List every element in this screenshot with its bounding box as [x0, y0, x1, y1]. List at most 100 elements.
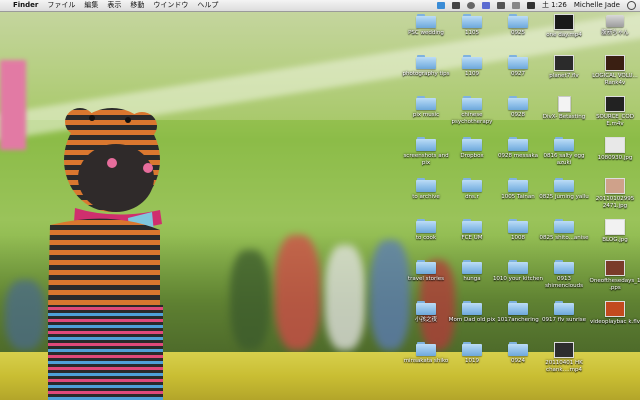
desktop-icon-label: 0928 messaka	[497, 153, 539, 159]
menu-user[interactable]: Michelle Jade	[574, 0, 620, 11]
menu-bar: Finder ファイル 編集 表示 移動 ウインドウ ヘルプ 土 1:26 Mi…	[0, 0, 640, 12]
menu-clock[interactable]: 土 1:26	[542, 0, 567, 11]
desktop-icon[interactable]: 1019	[446, 342, 498, 365]
menu-file[interactable]: ファイル	[47, 0, 75, 11]
image-file-icon	[605, 219, 625, 235]
desktop-icon[interactable]: 0928 messaka	[492, 137, 544, 160]
desktop-icon[interactable]: Mom Dad old pix	[446, 301, 498, 324]
desktop-icon-label: 0913 shimenclouds	[545, 276, 583, 289]
desktop-icon-label: 0825 juming yallu	[539, 194, 589, 200]
desktop-icon-label: Oneofthesedays_1.pps	[589, 278, 640, 291]
desktop-icon[interactable]: hunga	[446, 260, 498, 283]
menu-view[interactable]: 表示	[107, 0, 121, 11]
folder-icon	[416, 178, 436, 192]
desktop-icon-label: SOURCE_COD E.m4v	[596, 114, 634, 127]
desktop-icon[interactable]: BLOG.jpg	[589, 219, 640, 244]
menu-finder[interactable]: Finder	[13, 0, 38, 11]
image-file-icon	[605, 137, 625, 153]
desktop-icon-label: 0925	[511, 30, 525, 36]
video-file-icon	[605, 96, 625, 112]
desktop-icon[interactable]: one day.mp4	[538, 14, 590, 39]
timemachine-tray-icon[interactable]	[466, 2, 475, 9]
desktop-icon-label: 1008	[511, 235, 525, 241]
folder-icon	[462, 219, 482, 233]
desktop-icon-label: to cook	[415, 235, 437, 241]
desktop-icon[interactable]: 1109	[446, 55, 498, 78]
desktop-icon-label: DivX- Betasting	[542, 114, 586, 120]
desktop-icon[interactable]: 1008	[492, 219, 544, 242]
folder-icon	[554, 178, 574, 192]
desktop-icon[interactable]: 1017anchering	[492, 301, 544, 324]
folder-icon	[416, 260, 436, 274]
menu-window[interactable]: ウインドウ	[153, 0, 188, 11]
desktop-icon-label: PSC wedding	[408, 30, 444, 36]
folder-icon	[462, 342, 482, 356]
desktop-icon[interactable]: PSC wedding	[400, 14, 452, 37]
desktop-icon-label: 0927	[511, 71, 525, 77]
desktop-icon[interactable]: FCE UM	[446, 219, 498, 242]
desktop-icon[interactable]: 0816 salty egg azuki	[538, 137, 590, 166]
desktop-icon[interactable]: 0925	[492, 14, 544, 37]
desktop-icon[interactable]: pix music	[400, 96, 452, 119]
battery-tray-icon[interactable]	[526, 2, 535, 9]
menu-edit[interactable]: 編集	[84, 0, 98, 11]
desktop-icon[interactable]: 0917 flv sunrise	[538, 301, 590, 324]
desktop-icon[interactable]: DivX- Betasting	[538, 96, 590, 121]
desktop-icon[interactable]: 0825 shito...anise	[538, 219, 590, 242]
folder-icon	[508, 55, 528, 69]
dropbox-tray-icon[interactable]	[436, 2, 445, 9]
desktop-icon[interactable]: 1105	[446, 14, 498, 37]
desktop-icon[interactable]: Dropbox	[446, 137, 498, 160]
desktop-icon[interactable]: 0928	[492, 96, 544, 119]
menu-go[interactable]: 移動	[130, 0, 144, 11]
desktop-icon[interactable]: LOGICAL VOLU... Rank4v	[589, 55, 640, 86]
wifi-tray-icon[interactable]	[496, 2, 505, 9]
desktop-icon[interactable]: 20110102995 2471.jpg	[589, 178, 640, 209]
desktop-icon[interactable]: chinese psychotherapy	[446, 96, 498, 125]
desktop-icon[interactable]: travel stories	[400, 260, 452, 283]
desktop-icon-label: 0917 flv sunrise	[541, 317, 587, 323]
desktop-icon[interactable]: to archive	[400, 178, 452, 201]
desktop-icon[interactable]: 1005 Tainan	[492, 178, 544, 201]
desktop-icon[interactable]: planet7.flv	[538, 55, 590, 80]
desktop-icon-label: 小孩之夜	[414, 317, 437, 323]
folder-icon	[462, 14, 482, 28]
image-file-icon	[605, 301, 625, 317]
desktop-icon[interactable]: 小孩之夜	[400, 301, 452, 324]
desktop-icon[interactable]: 20110401 HK chank....mp4	[538, 342, 590, 373]
desktop-icon[interactable]: 0913 shimenclouds	[538, 260, 590, 289]
desktop-icon-label: 20110401 HK chank....mp4	[545, 360, 583, 373]
desktop-icon[interactable]: 1010 your kitchen	[492, 260, 544, 283]
desktop-icon[interactable]: 1080930.jpg	[589, 137, 640, 162]
folder-icon	[554, 219, 574, 233]
desktop-icon-label: hunga	[463, 276, 481, 282]
folder-icon	[508, 178, 528, 192]
desktop-icon[interactable]: videoplaybac k.flv	[589, 301, 640, 326]
desktop-icon[interactable]: 0924	[492, 342, 544, 365]
desktop-icon[interactable]: Oneofthesedays_1.pps	[589, 260, 640, 291]
desktop-icon-label: videoplaybac k.flv	[590, 319, 640, 325]
desktop-icon[interactable]: minsakata shiko	[400, 342, 452, 365]
desktop-icon[interactable]: to cook	[400, 219, 452, 242]
desktop-icon[interactable]: screenshots and pix	[400, 137, 452, 166]
volume-tray-icon[interactable]	[511, 2, 520, 9]
desktop-icon-label: 20110102995 2471.jpg	[595, 196, 635, 209]
desktop-icon[interactable]: 腹筋ちゃん	[589, 14, 640, 37]
desktop-icon[interactable]: 0825 juming yallu	[538, 178, 590, 201]
menu-help[interactable]: ヘルプ	[197, 0, 218, 11]
desktop-icon-label: dns.r	[465, 194, 479, 200]
desktop-icon[interactable]: SOURCE_COD E.m4v	[589, 96, 640, 127]
desktop-icon-label: 0816 salty egg azuki	[543, 153, 585, 166]
app-tray-icon[interactable]	[451, 2, 460, 9]
bluetooth-tray-icon[interactable]	[481, 2, 490, 9]
desktop-icon[interactable]: 0927	[492, 55, 544, 78]
desktop-icon-label: 腹筋ちゃん	[601, 30, 629, 36]
folder-icon	[508, 96, 528, 110]
spotlight-search-icon[interactable]	[627, 1, 636, 10]
folder-icon	[462, 137, 482, 151]
video-file-icon	[554, 342, 574, 358]
desktop-icon-label: BLOG.jpg	[602, 237, 628, 243]
folder-icon	[416, 137, 436, 151]
desktop-icon[interactable]: dns.r	[446, 178, 498, 201]
desktop-icon[interactable]: photography tips	[400, 55, 452, 78]
